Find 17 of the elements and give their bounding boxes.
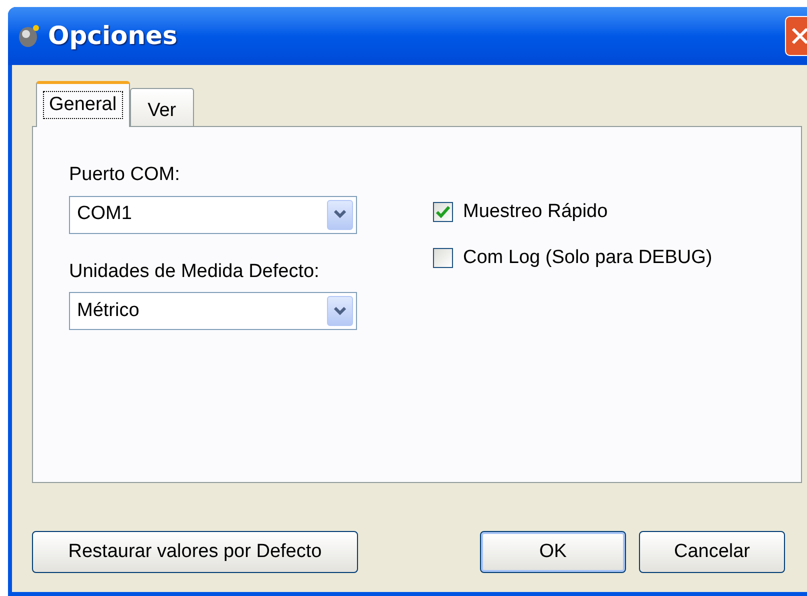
dropdown[interactable]: COM1 <box>69 196 357 234</box>
checkbox-label: Com Log (Solo para DEBUG) <box>463 246 712 270</box>
checkbox[interactable] <box>433 202 453 222</box>
tab[interactable]: Ver <box>130 88 194 126</box>
checkbox[interactable] <box>433 248 453 268</box>
mouse-icon <box>16 23 42 49</box>
close-icon <box>791 27 807 45</box>
field-label: Puerto COM: <box>69 163 181 187</box>
window-title: Opciones <box>48 20 178 52</box>
button[interactable]: Cancelar <box>639 531 785 573</box>
dropdown[interactable]: Métrico <box>69 292 357 330</box>
tab[interactable]: General <box>36 81 130 127</box>
field-label: Unidades de Medida Defecto: <box>69 260 320 284</box>
button[interactable]: OK <box>480 531 626 573</box>
close-button[interactable] <box>785 16 807 56</box>
button[interactable]: Restaurar valores por Defecto <box>32 531 358 573</box>
checkbox-label: Muestreo Rápido <box>463 200 608 224</box>
